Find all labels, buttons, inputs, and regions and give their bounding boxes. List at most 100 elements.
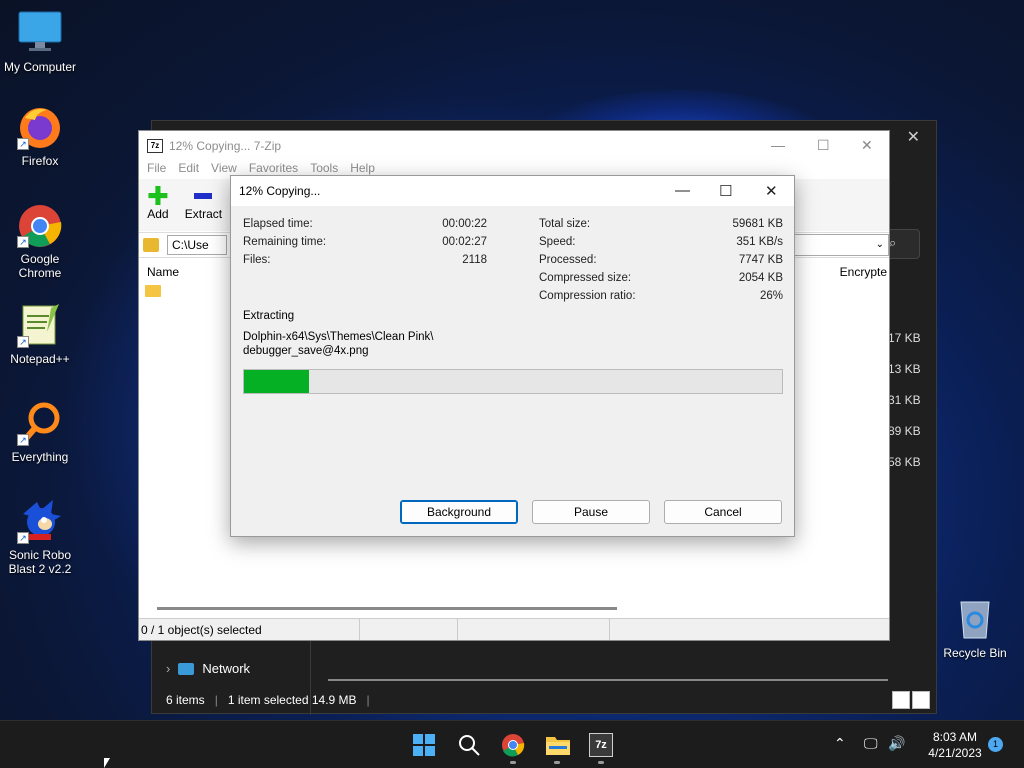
desktop-icon-my-computer[interactable]: My Computer [0, 10, 80, 74]
menu-file[interactable]: File [147, 161, 166, 179]
volume-icon[interactable]: 🔊 [888, 735, 905, 752]
status-separator [359, 619, 360, 640]
taskbar: 7z ⌃ 🖵 🔊 8:03 AM 4/21/2023 [0, 720, 1024, 768]
window-title: 12% Copying... 7-Zip [169, 139, 282, 153]
everything-search-icon: ↗ [17, 400, 63, 446]
status-separator: | [214, 693, 218, 707]
desktop-icon-label: Firefox [21, 154, 59, 168]
notification-badge[interactable]: 1 [988, 737, 1003, 752]
progress-fill [244, 370, 309, 393]
horizontal-scrollbar[interactable] [328, 679, 888, 681]
add-button[interactable]: ✚ Add [147, 183, 169, 231]
chevron-right-icon: › [166, 661, 171, 676]
column-encrypted[interactable]: Encrypte [840, 265, 887, 279]
chrome-icon: ↗ [17, 202, 63, 248]
search-icon: ⌕ [889, 235, 897, 250]
desktop-icon-chrome[interactable]: ↗ Google Chrome [0, 202, 80, 280]
status-selection: 0 / 1 object(s) selected [141, 622, 262, 637]
stat-value: 7747 KB [738, 254, 783, 266]
desktop-icon-label: My Computer [3, 60, 77, 74]
7zip-icon[interactable]: 7z [589, 733, 613, 757]
mouse-cursor-icon [104, 758, 110, 768]
minimize-icon[interactable]: — [771, 137, 785, 153]
pause-button[interactable]: Pause [532, 500, 650, 524]
status-bar: 0 / 1 object(s) selected [139, 618, 889, 640]
recycle-bin-icon [955, 596, 995, 640]
size-cell: 17 KB [888, 331, 921, 345]
running-indicator [554, 761, 560, 764]
stat-label: Total size: [539, 218, 591, 230]
size-cell: 89 KB [888, 424, 921, 438]
desktop-icon-label: Everything [11, 450, 69, 464]
desktop-icon-everything[interactable]: ↗ Everything [0, 400, 80, 464]
progress-bar [243, 369, 783, 394]
windows-start-icon[interactable] [412, 733, 436, 757]
extract-label: Extract [184, 207, 223, 221]
details-view-icon[interactable] [892, 691, 910, 709]
status-item-count: 6 items [166, 693, 205, 707]
close-icon[interactable]: ✕ [765, 182, 778, 200]
sevenzip-logo-icon: 7z [147, 139, 163, 153]
time-stats: Elapsed time: 00:00:22 Remaining time: 0… [243, 218, 487, 278]
chrome-icon[interactable] [501, 733, 525, 757]
current-file-line: debugger_save@4x.png [243, 345, 369, 357]
current-file-path: Dolphin-x64\Sys\Themes\Clean Pink\ debug… [243, 330, 473, 358]
path-input[interactable]: C:\Use [167, 235, 227, 255]
shortcut-arrow-icon: ↗ [17, 236, 29, 248]
clock[interactable]: 8:03 AM 4/21/2023 [920, 729, 990, 761]
stat-label: Processed: [539, 254, 597, 266]
sonic-icon: ↗ [17, 498, 63, 544]
maximize-icon[interactable]: ☐ [817, 137, 830, 154]
shortcut-arrow-icon: ↗ [17, 336, 29, 348]
desktop-icon-label: Google Chrome [18, 252, 62, 280]
background-button[interactable]: Background [400, 500, 518, 524]
desktop-icon-recycle-bin[interactable]: Recycle Bin [940, 596, 1010, 660]
tiles-view-icon[interactable] [912, 691, 930, 709]
up-folder-icon[interactable] [143, 238, 159, 252]
minus-icon [194, 193, 213, 199]
running-indicator [598, 761, 604, 764]
stat-value: 2054 KB [738, 272, 783, 284]
file-explorer-icon[interactable] [545, 733, 570, 757]
folder-icon[interactable] [145, 285, 161, 297]
minimize-icon[interactable]: — [675, 182, 690, 199]
horizontal-scrollbar[interactable] [157, 607, 617, 610]
nav-item-network[interactable]: › Network [166, 661, 250, 676]
extract-button[interactable]: Extract [185, 185, 222, 231]
desktop-icon-label: Notepad++ [10, 352, 70, 366]
stat-value: 00:00:22 [442, 218, 487, 230]
chevron-down-icon[interactable]: ⌄ [779, 234, 889, 256]
add-label: Add [147, 207, 169, 221]
status-separator: | [366, 693, 370, 707]
desktop-icon-firefox[interactable]: ↗ Firefox [0, 104, 80, 168]
view-toggle [892, 691, 930, 709]
stat-label: Remaining time: [243, 236, 327, 248]
network-status-icon[interactable]: 🖵 [864, 735, 878, 752]
notepad-plus-plus-icon: ↗ [17, 302, 63, 348]
close-icon[interactable]: ✕ [861, 137, 873, 154]
stat-label: Compression ratio: [539, 290, 636, 302]
size-cell: 13 KB [888, 362, 921, 376]
status-separator [609, 619, 610, 640]
cancel-button[interactable]: Cancel [664, 500, 782, 524]
close-icon[interactable]: ✕ [907, 127, 920, 147]
stat-value: 59681 KB [732, 218, 783, 230]
column-name[interactable]: Name [147, 265, 179, 279]
status-selection: 1 item selected 14.9 MB [227, 693, 357, 707]
menu-edit[interactable]: Edit [178, 161, 199, 179]
shortcut-arrow-icon: ↗ [17, 434, 29, 446]
desktop-icon-notepad-plus-plus[interactable]: ↗ Notepad++ [0, 302, 80, 366]
desktop-icon-sonic-robo-blast[interactable]: ↗ Sonic Robo Blast 2 v2.2 [0, 498, 80, 576]
stat-label: Compressed size: [539, 272, 632, 284]
size-cell: 31 KB [888, 393, 921, 407]
explorer-size-column: 17 KB 13 KB 31 KB 89 KB 58 KB [888, 331, 938, 486]
chevron-up-icon[interactable]: ⌃ [834, 735, 846, 752]
stat-label: Elapsed time: [243, 218, 313, 230]
maximize-icon[interactable]: ☐ [719, 182, 732, 200]
shortcut-arrow-icon: ↗ [17, 532, 29, 544]
dialog-title: 12% Copying... [239, 184, 321, 198]
nav-item-label: Network [202, 661, 251, 676]
firefox-icon: ↗ [17, 104, 63, 150]
search-icon[interactable] [457, 733, 481, 757]
current-file-line: Dolphin-x64\Sys\Themes\Clean Pink\ [243, 331, 434, 343]
